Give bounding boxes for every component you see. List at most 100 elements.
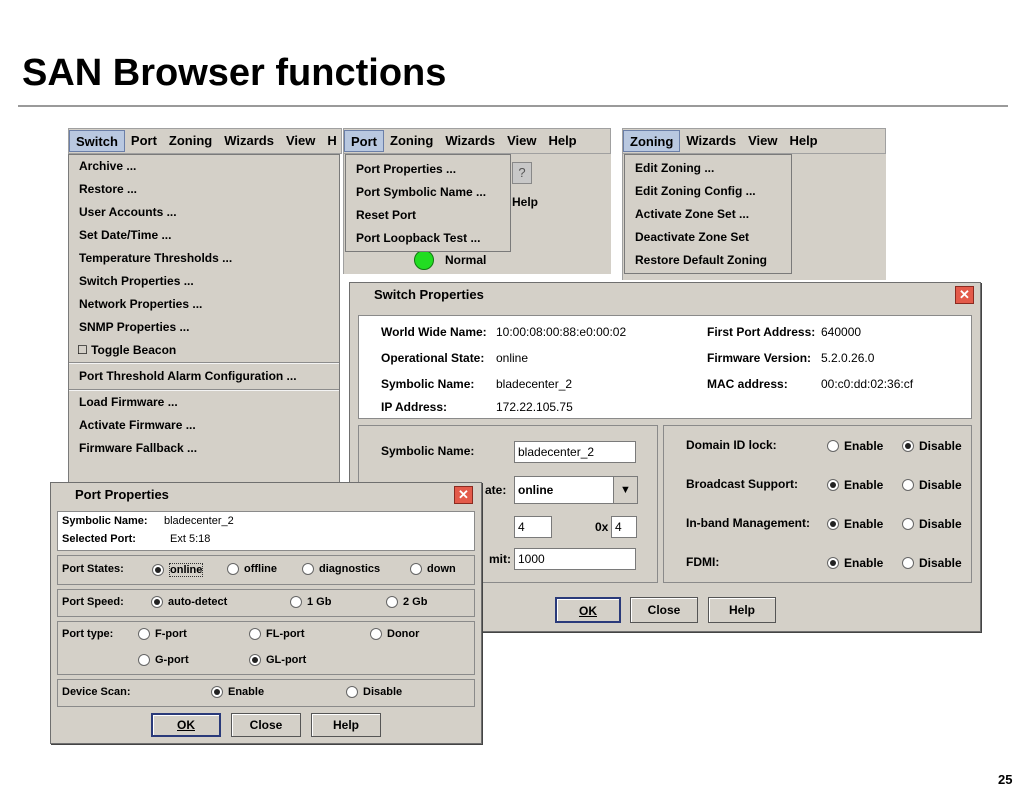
menu-item-port-threshold-alarm[interactable]: Port Threshold Alarm Configuration ... [69, 364, 339, 389]
help-icon[interactable]: ? [512, 162, 532, 184]
menubar-wizards[interactable]: Wizards [680, 130, 742, 152]
menubar-help[interactable]: Help [542, 130, 582, 152]
close-button[interactable]: Close [231, 713, 301, 737]
wwn-value: 10:00:08:00:88:e0:00:02 [496, 325, 627, 339]
mac-value: 00:c0:dd:02:36:cf [821, 377, 914, 391]
state-down-radio[interactable]: down [410, 563, 456, 575]
selected-port-label: Selected Port: [62, 533, 136, 545]
menu-item-port-symbolic-name[interactable]: Port Symbolic Name ... [346, 181, 510, 204]
limit-label-partial: mit: [489, 552, 511, 566]
menu-item-deactivate-zone-set[interactable]: Deactivate Zone Set [625, 226, 791, 249]
symbolic-name-input[interactable]: bladecenter_2 [514, 441, 636, 463]
type-donor-radio[interactable]: Donor [370, 628, 419, 640]
menubar-zoning[interactable]: Zoning [623, 130, 681, 152]
symbolic-label: Symbolic Name: [381, 377, 475, 391]
operational-state-select[interactable]: online ▼ [514, 476, 638, 504]
menubar-zoning[interactable]: Zoning [384, 130, 439, 152]
menubar-switch[interactable]: Switch [69, 130, 125, 152]
selected-port-value: Ext 5:18 [170, 533, 211, 545]
speed-auto-detect-radio[interactable]: auto-detect [151, 596, 227, 608]
chevron-down-icon[interactable]: ▼ [613, 477, 637, 503]
menubar-help[interactable]: Help [783, 130, 823, 152]
menu-item-set-date-time[interactable]: Set Date/Time ... [69, 224, 339, 247]
menubar-port[interactable]: Port [125, 130, 163, 152]
menubar-zoning[interactable]: Zoning [163, 130, 218, 152]
menubar-help-partial[interactable]: H [321, 130, 342, 152]
firmware-value: 5.2.0.26.0 [821, 351, 875, 365]
menubar-view[interactable]: View [742, 130, 783, 152]
menubar-view[interactable]: View [501, 130, 542, 152]
menu-item-activate-firmware[interactable]: Activate Firmware ... [69, 414, 339, 437]
close-icon[interactable]: ✕ [454, 486, 473, 504]
menu-item-network-properties[interactable]: Network Properties ... [69, 293, 339, 316]
help-button[interactable]: Help [311, 713, 381, 737]
menu-item-activate-zone-set[interactable]: Activate Zone Set ... [625, 203, 791, 226]
port-type-panel: Port type: F-port FL-port Donor G-port G… [57, 621, 475, 675]
menu-item-snmp-properties[interactable]: SNMP Properties ... [69, 316, 339, 339]
menu-item-edit-zoning[interactable]: Edit Zoning ... [625, 157, 791, 180]
menu-item-load-firmware[interactable]: Load Firmware ... [69, 391, 339, 414]
menu-item-edit-zoning-config[interactable]: Edit Zoning Config ... [625, 180, 791, 203]
domain-id-input[interactable]: 4 [514, 516, 552, 538]
scan-disable-radio[interactable]: Disable [346, 686, 402, 698]
scan-enable-radio[interactable]: Enable [211, 686, 264, 698]
switch-menubar: Switch Port Zoning Wizards View H [68, 128, 342, 154]
broadcast-disable-radio[interactable]: Disable [902, 478, 962, 492]
type-f-port-radio[interactable]: F-port [138, 628, 187, 640]
radio-icon [249, 628, 261, 640]
menubar-wizards[interactable]: Wizards [439, 130, 501, 152]
symbolic-name-label: Symbolic Name: [381, 444, 475, 458]
speed-1gb-radio[interactable]: 1 Gb [290, 596, 331, 608]
inband-enable-radio[interactable]: Enable [827, 517, 883, 531]
type-g-port-radio[interactable]: G-port [138, 654, 189, 666]
device-scan-label: Device Scan: [62, 686, 131, 698]
type-gl-port-radio[interactable]: GL-port [249, 654, 306, 666]
menu-item-reset-port[interactable]: Reset Port [346, 204, 510, 227]
radio-icon [386, 596, 398, 608]
menubar-view[interactable]: View [280, 130, 321, 152]
close-icon[interactable]: ✕ [955, 286, 974, 304]
menu-item-restore[interactable]: Restore ... [69, 178, 339, 201]
hex-value-input[interactable]: 4 [611, 516, 637, 538]
fdmi-disable-radio[interactable]: Disable [902, 556, 962, 570]
radio-icon [902, 479, 914, 491]
speed-2gb-radio[interactable]: 2 Gb [386, 596, 427, 608]
menu-item-restore-default-zoning[interactable]: Restore Default Zoning [625, 249, 791, 272]
ok-button[interactable]: OK [151, 713, 221, 737]
help-label: Help [512, 195, 539, 209]
type-fl-port-radio[interactable]: FL-port [249, 628, 304, 640]
page-number: 25 [998, 772, 1013, 787]
close-button[interactable]: Close [630, 597, 698, 623]
menu-item-port-properties[interactable]: Port Properties ... [346, 158, 510, 181]
state-offline-radio[interactable]: offline [227, 563, 277, 575]
limit-input[interactable]: 1000 [514, 548, 636, 570]
ip-label: IP Address: [381, 400, 448, 414]
broadcast-enable-radio[interactable]: Enable [827, 478, 883, 492]
menubar-wizards[interactable]: Wizards [218, 130, 280, 152]
ok-button[interactable]: OK [555, 597, 621, 623]
radio-icon [211, 686, 223, 698]
menubar-port[interactable]: Port [344, 130, 384, 152]
menu-item-toggle-beacon[interactable]: ☐ Toggle Beacon [69, 339, 339, 362]
menu-item-switch-properties[interactable]: Switch Properties ... [69, 270, 339, 293]
device-scan-panel: Device Scan: Enable Disable [57, 679, 475, 707]
toggle-beacon-label: Toggle Beacon [91, 343, 177, 357]
fdmi-enable-radio[interactable]: Enable [827, 556, 883, 570]
state-diagnostics-radio[interactable]: diagnostics [302, 563, 380, 575]
domain-id-lock-disable-radio[interactable]: Disable [902, 439, 962, 453]
checkbox-icon: ☐ [77, 343, 88, 357]
help-button[interactable]: Help [708, 597, 776, 623]
menu-item-port-loopback-test[interactable]: Port Loopback Test ... [346, 227, 510, 250]
port-states-label: Port States: [62, 563, 124, 575]
menu-item-archive[interactable]: Archive ... [69, 155, 339, 178]
menu-item-firmware-fallback[interactable]: Firmware Fallback ... [69, 437, 339, 460]
menu-item-user-accounts[interactable]: User Accounts ... [69, 201, 339, 224]
inband-disable-radio[interactable]: Disable [902, 517, 962, 531]
state-online-radio[interactable]: online [152, 563, 204, 577]
radio-icon [249, 654, 261, 666]
port-properties-dialog: Port Properties ✕ Symbolic Name: bladece… [50, 482, 482, 744]
mac-label: MAC address: [707, 377, 788, 391]
menu-item-temperature-thresholds[interactable]: Temperature Thresholds ... [69, 247, 339, 270]
port-type-label: Port type: [62, 628, 114, 640]
domain-id-lock-enable-radio[interactable]: Enable [827, 439, 883, 453]
